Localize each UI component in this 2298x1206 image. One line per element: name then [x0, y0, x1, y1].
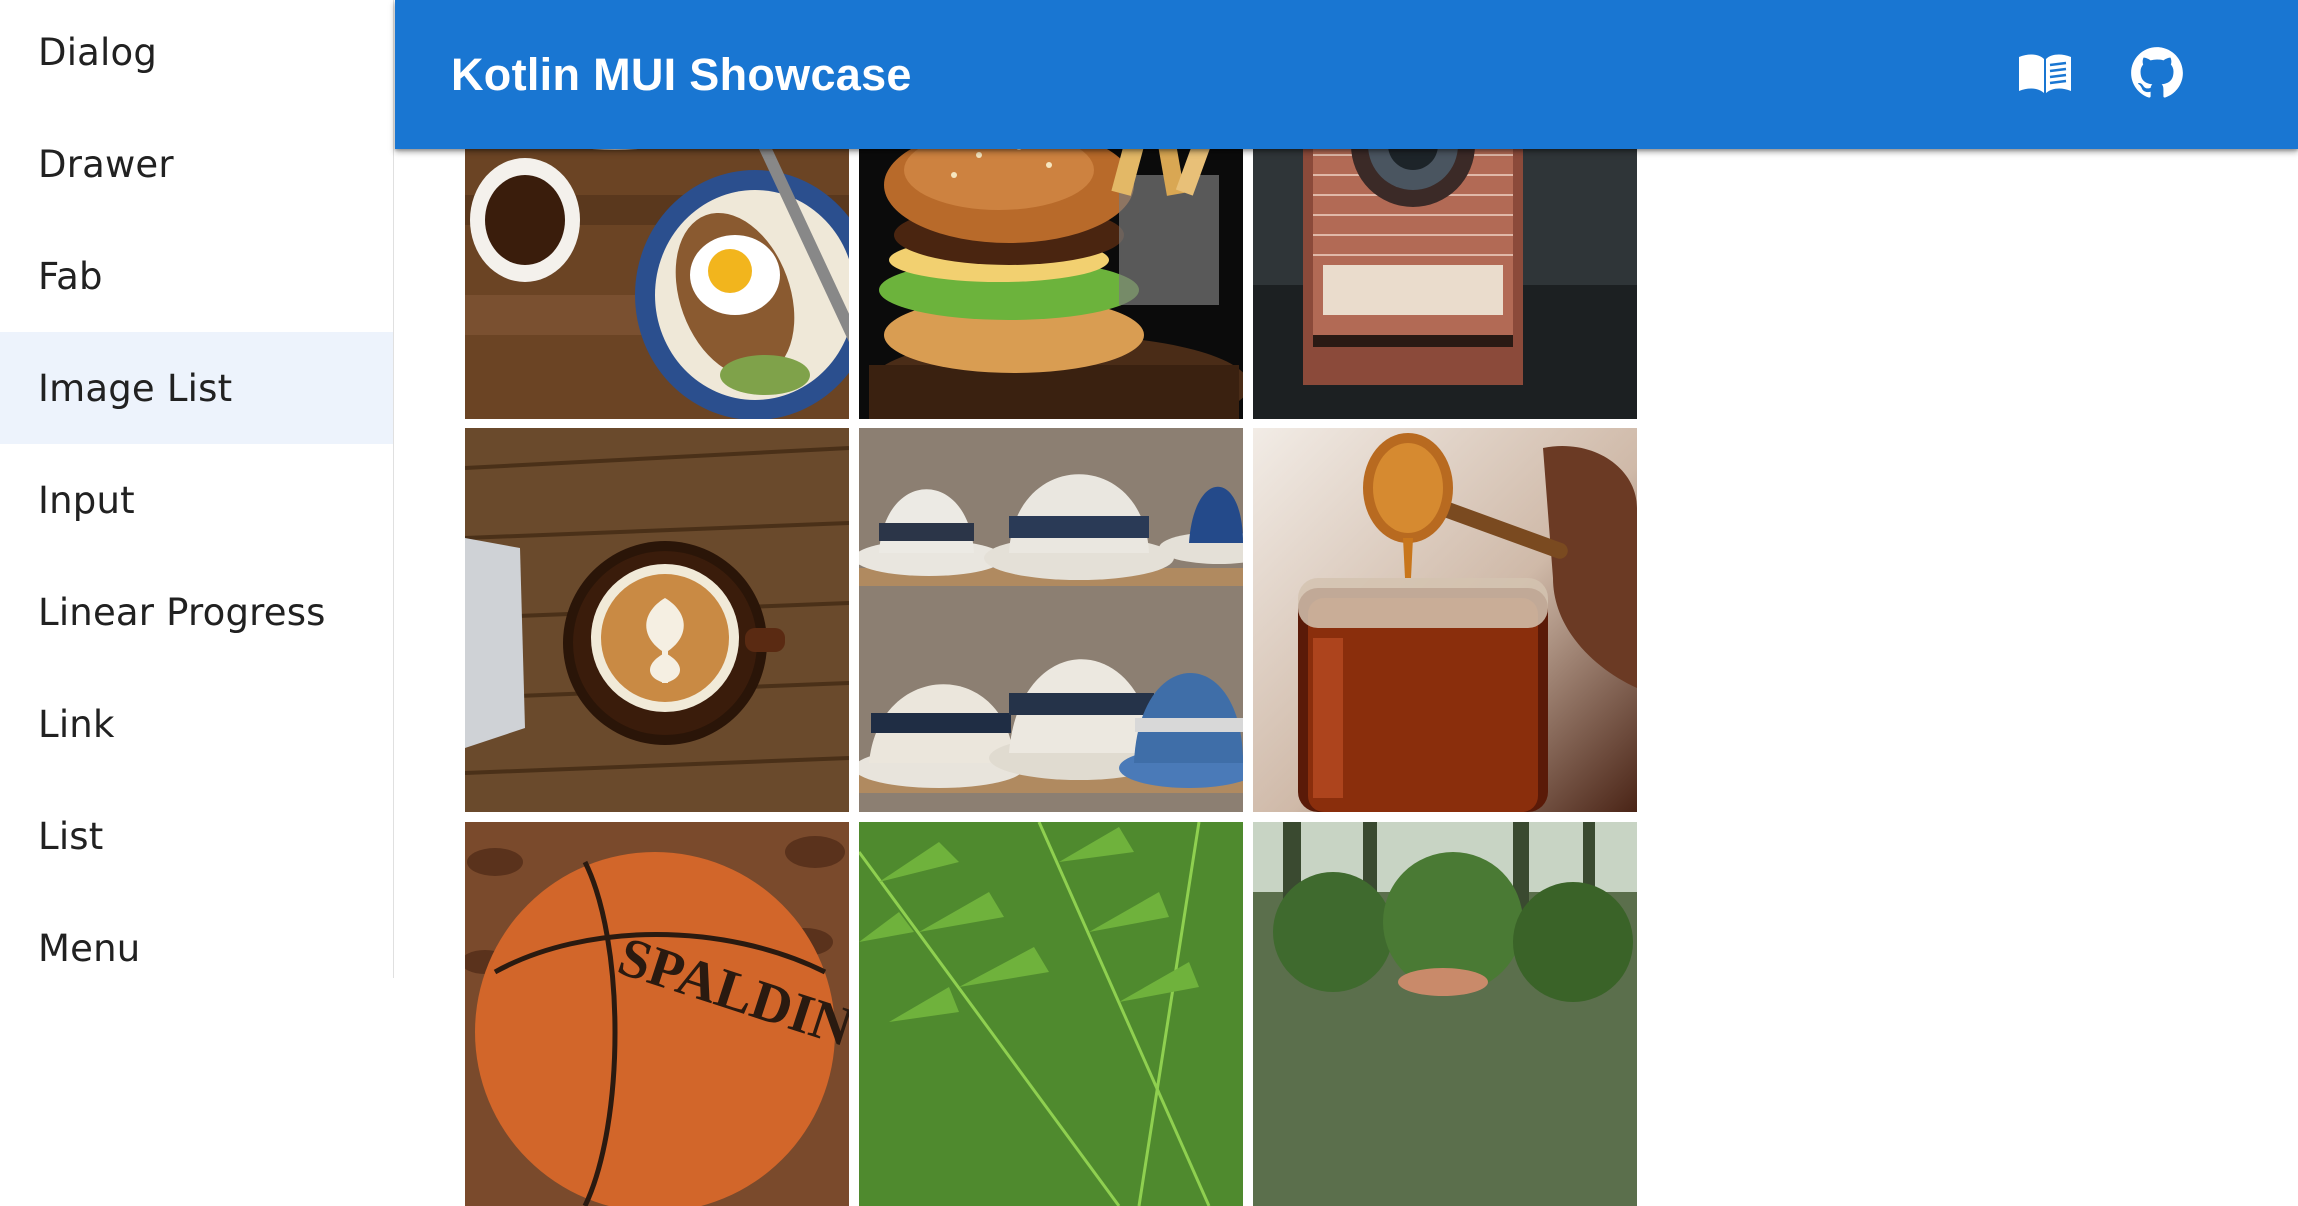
github-button[interactable]: [2121, 39, 2193, 111]
app-bar: Kotlin MUI Showcase: [395, 0, 2298, 149]
image-basketball[interactable]: SPALDING: [465, 822, 849, 1206]
image-fern[interactable]: [859, 822, 1243, 1206]
drawer-item-fab[interactable]: Fab: [0, 220, 393, 332]
drawer-item-dialog[interactable]: Dialog: [0, 0, 393, 108]
image-mushrooms[interactable]: [1253, 822, 1637, 1206]
image-hats[interactable]: [859, 428, 1243, 812]
docs-button[interactable]: [2009, 39, 2081, 111]
navigation-drawer: Dialog Drawer Fab Image List Input Linea…: [0, 0, 394, 978]
app-title: Kotlin MUI Showcase: [451, 49, 912, 100]
drawer-item-link[interactable]: Link: [0, 668, 393, 780]
github-icon: [2130, 46, 2184, 105]
drawer-item-input[interactable]: Input: [0, 444, 393, 556]
drawer-item-image-list[interactable]: Image List: [0, 332, 393, 444]
book-icon: [2017, 51, 2073, 100]
drawer-item-drawer[interactable]: Drawer: [0, 108, 393, 220]
drawer-item-linear-progress[interactable]: Linear Progress: [0, 556, 393, 668]
drawer-item-menu[interactable]: Menu: [0, 892, 393, 978]
image-coffee[interactable]: [465, 428, 849, 812]
drawer-item-list[interactable]: List: [0, 780, 393, 892]
image-honey[interactable]: [1253, 428, 1637, 812]
